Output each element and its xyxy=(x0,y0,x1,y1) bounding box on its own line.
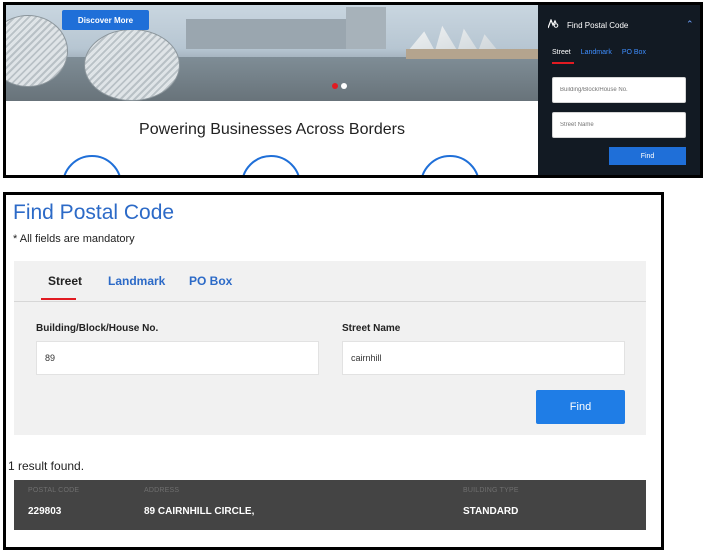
widget-find-button[interactable]: Find xyxy=(609,147,686,165)
find-button[interactable]: Find xyxy=(536,390,625,424)
dome-image xyxy=(84,29,180,101)
page-title: Find Postal Code xyxy=(13,201,175,224)
skyline-image xyxy=(346,7,386,49)
tab-landmark[interactable]: Landmark xyxy=(108,274,165,288)
carousel-dot-active[interactable] xyxy=(332,83,338,89)
widget-tabs: Street Landmark PO Box xyxy=(552,49,646,56)
skyline-image xyxy=(186,19,356,49)
hero-banner: Discover More xyxy=(6,5,538,101)
hero-image-base xyxy=(406,49,538,59)
feature-circle-icon xyxy=(62,155,122,175)
result-count: 1 result found. xyxy=(8,459,85,473)
active-tab-underline xyxy=(41,298,76,300)
street-name-label: Street Name xyxy=(342,323,401,334)
address-cell[interactable]: 89 CAIRNHILL CIRCLE, xyxy=(144,506,254,517)
building-input[interactable] xyxy=(36,341,319,375)
search-form: Street Landmark PO Box Building/Block/Ho… xyxy=(14,261,646,435)
widget-tab-street[interactable]: Street xyxy=(552,49,571,56)
hero-headline: Powering Businesses Across Borders xyxy=(139,121,405,138)
building-label: Building/Block/House No. xyxy=(36,323,159,334)
column-header-address: ADDRESS xyxy=(144,487,180,494)
carousel-dot[interactable] xyxy=(341,83,347,89)
find-postal-code-widget: Find Postal Code ⌃ Street Landmark PO Bo… xyxy=(538,5,700,175)
results-table: POSTAL CODE ADDRESS BUILDING TYPE 229803… xyxy=(14,480,646,530)
top-screenshot: Discover More Powering Businesses Across… xyxy=(3,2,703,178)
tab-po-box[interactable]: PO Box xyxy=(189,274,232,288)
widget-tab-po-box[interactable]: PO Box xyxy=(622,49,646,56)
tab-divider xyxy=(14,301,646,302)
bottom-screenshot: Find Postal Code * All fields are mandat… xyxy=(3,192,664,550)
column-header-postal-code: POSTAL CODE xyxy=(28,487,80,494)
widget-header[interactable]: Find Postal Code xyxy=(547,18,629,31)
feature-circle-icon xyxy=(241,155,301,175)
widget-street-input[interactable] xyxy=(552,112,686,138)
postal-code-cell[interactable]: 229803 xyxy=(28,506,61,517)
chevron-up-icon[interactable]: ⌃ xyxy=(686,19,694,30)
column-header-building-type: BUILDING TYPE xyxy=(463,487,519,494)
opera-house-image xyxy=(408,25,498,51)
mandatory-note: * All fields are mandatory xyxy=(13,233,135,245)
feature-circle-icon xyxy=(420,155,480,175)
active-tab-underline xyxy=(552,62,574,64)
widget-title: Find Postal Code xyxy=(567,20,629,30)
tab-street[interactable]: Street xyxy=(48,274,82,288)
map-search-icon xyxy=(547,18,559,31)
street-name-input[interactable] xyxy=(342,341,625,375)
discover-more-button[interactable]: Discover More xyxy=(62,10,149,30)
building-type-cell: STANDARD xyxy=(463,506,519,517)
widget-building-input[interactable] xyxy=(552,77,686,103)
widget-tab-landmark[interactable]: Landmark xyxy=(581,49,612,56)
